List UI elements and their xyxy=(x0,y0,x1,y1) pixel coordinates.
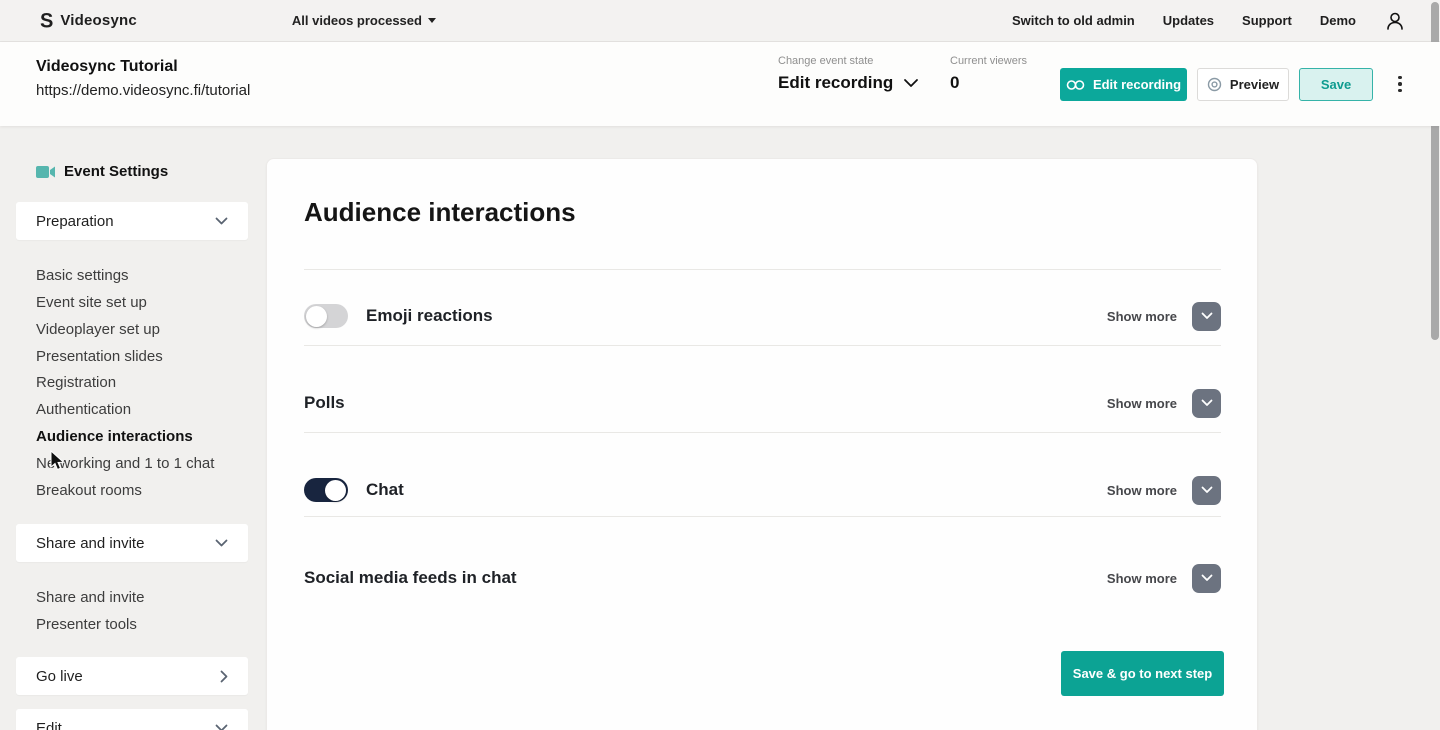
videosync-logo[interactable]: S Videosync xyxy=(40,11,137,31)
chevron-down-icon xyxy=(1201,486,1213,494)
divider xyxy=(304,269,1221,270)
chevron-down-icon xyxy=(215,217,228,225)
save-label: Save xyxy=(1321,77,1351,92)
emoji-reactions-label: Emoji reactions xyxy=(366,306,493,326)
sidebar-item-registration[interactable]: Registration xyxy=(36,374,116,391)
divider xyxy=(304,345,1221,346)
event-url[interactable]: https://demo.videosync.fi/tutorial xyxy=(36,82,250,99)
chevron-right-icon xyxy=(220,670,228,683)
switch-old-admin-link[interactable]: Switch to old admin xyxy=(1012,13,1135,28)
edit-recording-label: Edit recording xyxy=(1093,77,1181,92)
videosync-logo-icon: S xyxy=(40,10,53,31)
emoji-expand-button[interactable] xyxy=(1192,302,1221,331)
chevron-down-icon xyxy=(903,78,919,88)
videos-processed-dropdown[interactable]: All videos processed xyxy=(292,13,436,28)
videosync-logo-text: Videosync xyxy=(60,12,137,29)
sidebar-section-preparation[interactable]: Preparation xyxy=(16,202,248,240)
save-and-next-step-button[interactable]: Save & go to next step xyxy=(1061,651,1224,696)
social-show-more-link[interactable]: Show more xyxy=(1107,571,1177,586)
event-state-dropdown[interactable]: Edit recording xyxy=(778,73,919,93)
chevron-down-icon xyxy=(1201,574,1213,582)
demo-link[interactable]: Demo xyxy=(1320,13,1356,28)
sidebar-item-share-and-invite[interactable]: Share and invite xyxy=(36,589,144,606)
videos-processed-label: All videos processed xyxy=(292,13,422,28)
sidebar-item-authentication[interactable]: Authentication xyxy=(36,401,131,418)
emoji-show-more-link[interactable]: Show more xyxy=(1107,309,1177,324)
edit-recording-button[interactable]: Edit recording xyxy=(1060,68,1187,101)
recording-icon xyxy=(1066,79,1085,91)
video-camera-icon xyxy=(36,165,56,179)
audience-interactions-panel: Audience interactions Emoji reactions Sh… xyxy=(266,158,1258,730)
chevron-down-icon xyxy=(215,724,228,730)
event-state-value: Edit recording xyxy=(778,73,893,93)
sidebar-section-edit[interactable]: Edit xyxy=(16,709,248,730)
sidebar-item-presentation-slides[interactable]: Presentation slides xyxy=(36,348,163,365)
caret-down-icon xyxy=(428,18,436,23)
event-header: Videosync Tutorial https://demo.videosyn… xyxy=(0,42,1440,126)
sidebar-item-audience-interactions[interactable]: Audience interactions xyxy=(36,428,193,445)
current-viewers-count: 0 xyxy=(950,73,959,93)
chevron-down-icon xyxy=(215,539,228,547)
more-options-kebab-icon[interactable] xyxy=(1390,66,1410,102)
divider xyxy=(304,432,1221,433)
panel-title: Audience interactions xyxy=(304,197,576,228)
row-chat: Chat Show more xyxy=(304,470,1221,510)
sidebar-item-breakout-rooms[interactable]: Breakout rooms xyxy=(36,482,142,499)
polls-label: Polls xyxy=(304,393,345,413)
user-account-icon[interactable] xyxy=(1384,10,1406,32)
support-link[interactable]: Support xyxy=(1242,13,1292,28)
sidebar-section-share-and-invite[interactable]: Share and invite xyxy=(16,524,248,562)
chat-expand-button[interactable] xyxy=(1192,476,1221,505)
chat-label: Chat xyxy=(366,480,404,500)
emoji-reactions-toggle[interactable] xyxy=(304,304,348,328)
polls-expand-button[interactable] xyxy=(1192,389,1221,418)
event-settings-header: Event Settings xyxy=(36,163,168,180)
updates-link[interactable]: Updates xyxy=(1163,13,1214,28)
preview-button[interactable]: Preview xyxy=(1197,68,1289,101)
sidebar-section-go-live[interactable]: Go live xyxy=(16,657,248,695)
sidebar-item-basic-settings[interactable]: Basic settings xyxy=(36,267,129,284)
preview-icon xyxy=(1207,77,1222,92)
save-button[interactable]: Save xyxy=(1299,68,1373,101)
sidebar-item-event-site-set-up[interactable]: Event site set up xyxy=(36,294,147,311)
social-media-feeds-label: Social media feeds in chat xyxy=(304,568,517,588)
row-emoji-reactions: Emoji reactions Show more xyxy=(304,296,1221,336)
current-viewers-label: Current viewers xyxy=(950,55,1027,67)
divider xyxy=(304,516,1221,517)
sidebar-item-presenter-tools[interactable]: Presenter tools xyxy=(36,616,137,633)
row-social-media-feeds: Social media feeds in chat Show more xyxy=(304,558,1221,598)
top-bar: S Videosync All videos processed Switch … xyxy=(0,0,1440,42)
sidebar-item-networking-1to1-chat[interactable]: Networking and 1 to 1 chat xyxy=(36,455,214,472)
event-title: Videosync Tutorial xyxy=(36,58,178,76)
chat-toggle[interactable] xyxy=(304,478,348,502)
chat-show-more-link[interactable]: Show more xyxy=(1107,483,1177,498)
sidebar-item-videoplayer-set-up[interactable]: Videoplayer set up xyxy=(36,321,160,338)
preview-label: Preview xyxy=(1230,77,1279,92)
row-polls: Polls Show more xyxy=(304,383,1221,423)
topbar-links: Switch to old admin Updates Support Demo xyxy=(1012,10,1406,32)
event-settings-title: Event Settings xyxy=(64,163,168,180)
social-expand-button[interactable] xyxy=(1192,564,1221,593)
change-event-state-label: Change event state xyxy=(778,55,873,67)
polls-show-more-link[interactable]: Show more xyxy=(1107,396,1177,411)
chevron-down-icon xyxy=(1201,312,1213,320)
chevron-down-icon xyxy=(1201,399,1213,407)
